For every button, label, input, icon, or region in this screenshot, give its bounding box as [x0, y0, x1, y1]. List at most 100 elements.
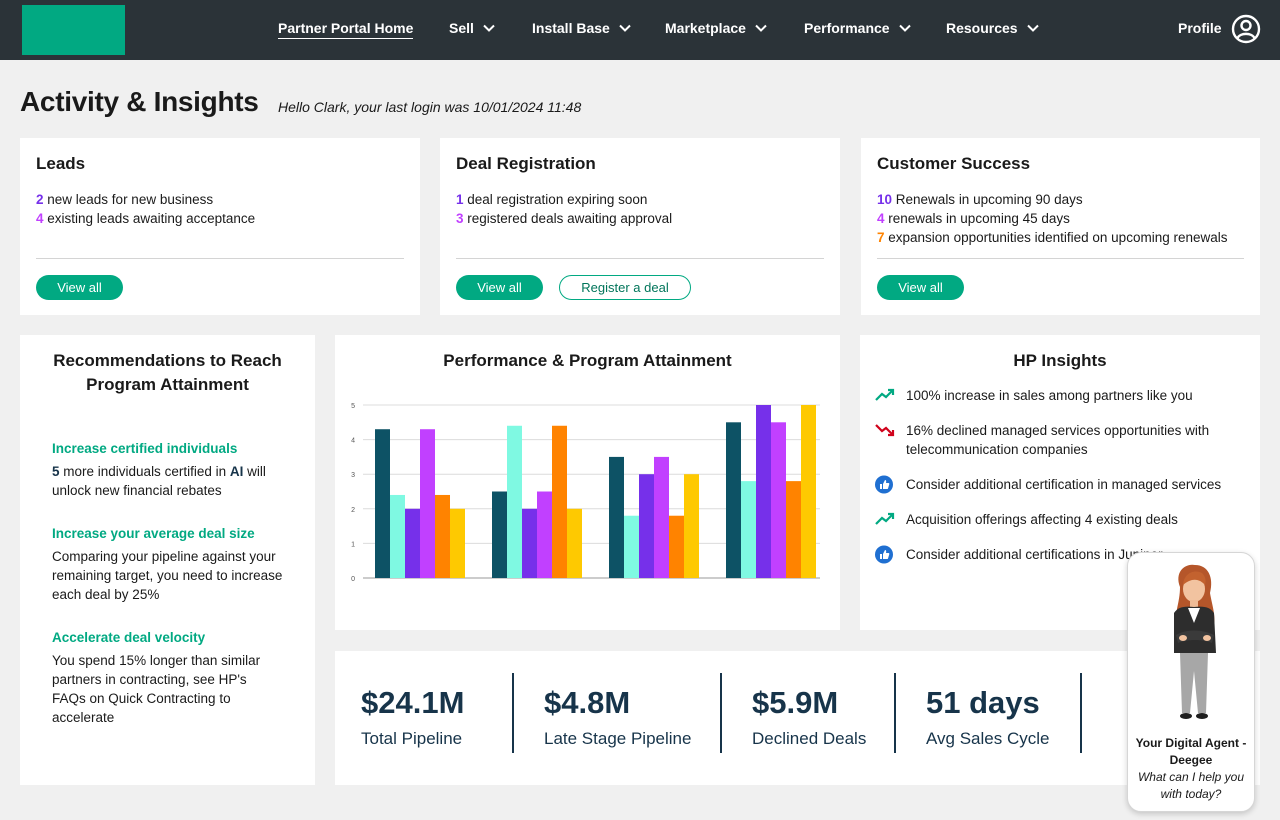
lead-line: 4 existing leads awaiting acceptance [36, 209, 404, 228]
chart-bar[interactable] [420, 429, 435, 578]
y-tick-label: 3 [351, 472, 355, 479]
insight-item[interactable]: Acquisition offerings affecting 4 existi… [874, 510, 1178, 529]
user-avatar-icon[interactable] [1231, 14, 1261, 44]
renewal-count: 4 [877, 211, 885, 226]
divider [456, 258, 824, 259]
chart-bar[interactable] [801, 405, 816, 578]
stat-value: $24.1M [361, 685, 465, 720]
stat-value: $5.9M [752, 685, 839, 720]
recommendation-heading[interactable]: Increase your average deal size [52, 526, 283, 541]
divider [877, 258, 1244, 259]
renewal-count: 10 [877, 192, 893, 207]
deal-count: 3 [456, 211, 464, 226]
chart-bar[interactable] [522, 508, 537, 578]
page-title: Activity & Insights [20, 86, 259, 117]
chart-bar[interactable] [375, 429, 390, 578]
nav-performance[interactable]: Performance [804, 20, 912, 36]
nav-partner-portal-home[interactable]: Partner Portal Home [278, 20, 414, 39]
renewal-line: 4 renewals in upcoming 45 days [877, 209, 1244, 228]
stat-divider [894, 673, 896, 753]
deal-count: 1 [456, 192, 464, 207]
chart-bar[interactable] [786, 481, 801, 578]
nav-sell[interactable]: Sell [449, 20, 496, 36]
success-view-all-button[interactable]: View all [877, 275, 964, 300]
last-login-text: Hello Clark, your last login was 10/01/2… [278, 99, 582, 115]
chart-bar[interactable] [609, 456, 624, 578]
recommendation-body: Comparing your pipeline against your rem… [52, 549, 283, 602]
chart-bar[interactable] [507, 425, 522, 578]
insight-item[interactable]: Consider additional certification in man… [874, 475, 1221, 494]
nav-label: Partner Portal Home [278, 20, 414, 36]
chevron-down-icon [1026, 24, 1039, 32]
chart-bar[interactable] [741, 481, 756, 578]
chart-bar[interactable] [639, 474, 654, 578]
stat-divider [720, 673, 722, 753]
stat-label: Total Pipeline [361, 729, 463, 748]
recommendation-count: 5 [52, 464, 60, 479]
hpe-logo[interactable] [22, 5, 125, 55]
profile-label: Profile [1178, 20, 1222, 36]
chart-bar[interactable] [435, 494, 450, 578]
nav-install-base[interactable]: Install Base [532, 20, 632, 36]
chart-bar[interactable] [654, 456, 669, 578]
nav-label: Performance [804, 20, 890, 36]
insight-item[interactable]: 100% increase in sales among partners li… [874, 386, 1193, 405]
agent-avatar-illustration [1174, 564, 1216, 719]
deal-line: 3 registered deals awaiting approval [456, 209, 824, 228]
lead-text: existing leads awaiting acceptance [43, 211, 256, 226]
stat-label: Avg Sales Cycle [926, 729, 1050, 748]
nav-marketplace[interactable]: Marketplace [665, 20, 768, 36]
y-tick-label: 2 [351, 507, 355, 514]
chart-bar[interactable] [492, 491, 507, 579]
deal-text: registered deals awaiting approval [463, 211, 673, 226]
renewal-text: renewals in upcoming 45 days [884, 211, 1070, 226]
y-tick-label: 0 [351, 576, 355, 583]
leads-view-all-button[interactable]: View all [36, 275, 123, 300]
recommendation-body: 5 more individuals certified in AI will … [52, 462, 283, 500]
chart-bar[interactable] [450, 508, 465, 578]
lead-text: new leads for new business [43, 192, 214, 207]
chart-bar[interactable] [537, 491, 552, 579]
nav-label: Resources [946, 20, 1018, 36]
insight-item[interactable]: 16% declined managed services opportunit… [874, 421, 1234, 459]
recommendation-text: more individuals certified in [59, 464, 230, 479]
chart-bar[interactable] [756, 405, 771, 578]
agent-prompt: What can I help you with today? [1137, 770, 1245, 801]
leads-card: Leads 2 new leads for new business 4 exi… [20, 138, 420, 315]
renewal-text: expansion opportunities identified on up… [884, 230, 1228, 245]
insight-text: Consider additional certification in man… [906, 477, 1222, 492]
chart-bar[interactable] [390, 494, 405, 578]
nav-resources[interactable]: Resources [946, 20, 1040, 36]
recommendation-body: You spend 15% longer than similar partne… [52, 653, 261, 725]
performance-chart-card: Performance & Program Attainment 012345 [335, 335, 840, 630]
recommendation-item: Increase certified individuals 5 more in… [52, 441, 283, 500]
chart-bar[interactable] [624, 515, 639, 578]
chart-bar[interactable] [405, 508, 420, 578]
card-title: Deal Registration [456, 154, 596, 173]
chevron-down-icon [619, 24, 631, 32]
stat-divider [512, 673, 514, 753]
chart-bar[interactable] [567, 508, 582, 578]
deals-view-all-button[interactable]: View all [456, 275, 543, 300]
customer-success-card: Customer Success 10 Renewals in upcoming… [861, 138, 1260, 315]
insight-item[interactable]: Consider additional certifications in Ju… [874, 545, 1163, 564]
nav-profile[interactable]: Profile [1178, 20, 1222, 36]
recommendation-heading[interactable]: Increase certified individuals [52, 441, 283, 456]
chart-bar[interactable] [552, 425, 567, 578]
digital-agent-widget[interactable]: Your Digital Agent - Deegee What can I h… [1127, 552, 1255, 812]
agent-name: Your Digital Agent - Deegee [1135, 736, 1247, 767]
chart-bar[interactable] [684, 474, 699, 578]
chart-bar[interactable] [771, 422, 786, 578]
recommendation-item: Increase your average deal size Comparin… [52, 526, 283, 604]
register-deal-button[interactable]: Register a deal [559, 275, 691, 300]
nav-label: Sell [449, 20, 474, 36]
deal-line: 1 deal registration expiring soon [456, 190, 824, 209]
card-title: Recommendations to Reach Program Attainm… [53, 351, 282, 394]
card-title: HP Insights [1013, 351, 1107, 370]
trend-up-icon [875, 388, 895, 401]
chart-bar[interactable] [669, 515, 684, 578]
deal-registration-card: Deal Registration 1 deal registration ex… [440, 138, 840, 315]
chart-bar[interactable] [726, 422, 741, 578]
recommendation-heading[interactable]: Accelerate deal velocity [52, 630, 283, 645]
lead-line: 2 new leads for new business [36, 190, 404, 209]
